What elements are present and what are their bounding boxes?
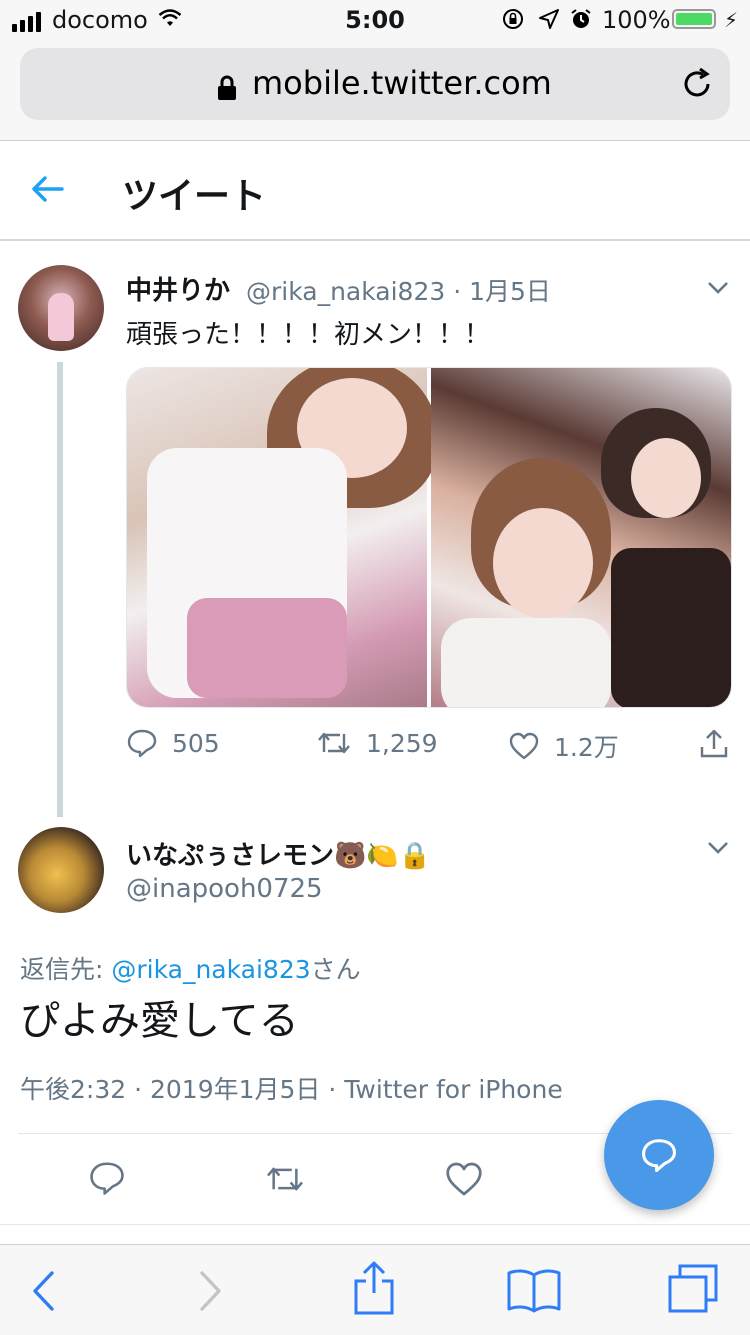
page-title: ツイート	[122, 176, 267, 217]
retweet-icon	[318, 732, 350, 754]
reply-icon	[642, 1139, 676, 1172]
bookmarks-icon[interactable]	[506, 1267, 562, 1313]
share-icon[interactable]	[698, 728, 730, 760]
url-text: mobile.twitter.com	[252, 64, 552, 102]
tweet-author-handle[interactable]: @inapooh0725	[126, 874, 323, 904]
browser-address-area: mobile.twitter.com	[0, 40, 750, 141]
avatar[interactable]	[18, 265, 104, 351]
reply-suffix: さん	[310, 955, 361, 984]
browser-back-icon[interactable]	[30, 1269, 56, 1313]
tweet-photo-1[interactable]	[127, 368, 437, 707]
like-action[interactable]: 1.2万	[508, 728, 619, 764]
lock-icon	[218, 75, 236, 100]
tweet-media[interactable]	[126, 367, 732, 708]
chevron-down-icon[interactable]	[706, 840, 730, 856]
heart-icon[interactable]	[444, 1160, 484, 1198]
retweet-action[interactable]: 1,259	[316, 728, 438, 758]
reply-context: 返信先: @rika_nakai823さん	[20, 950, 361, 986]
browser-forward-icon[interactable]	[198, 1269, 224, 1313]
reply-count: 505	[172, 728, 220, 758]
reply-prefix: 返信先:	[20, 955, 112, 984]
reply-mention-link[interactable]: @rika_nakai823	[111, 955, 310, 984]
reply-icon	[127, 729, 157, 758]
tweet-author-name[interactable]: いなぷぅさレモン🐻🍋🔒	[126, 835, 431, 872]
tweet-photo-2[interactable]	[431, 368, 731, 707]
avatar[interactable]	[18, 827, 104, 913]
tabs-icon[interactable]	[666, 1263, 720, 1315]
thread-line	[57, 362, 63, 817]
reload-icon[interactable]	[680, 66, 714, 102]
browser-toolbar	[0, 1244, 750, 1335]
battery-percent: 100%	[602, 6, 671, 34]
tweet-text: 頑張った！！！！初メン！！！	[126, 320, 491, 350]
location-icon	[539, 9, 559, 29]
floating-reply-button[interactable]	[604, 1100, 714, 1210]
back-arrow-icon[interactable]	[30, 174, 64, 204]
tweet-timestamp: 午後2:32 · 2019年1月5日 · Twitter for iPhone	[20, 1075, 563, 1104]
retweet-icon[interactable]	[264, 1162, 306, 1196]
like-count: 1.2万	[554, 733, 619, 762]
charging-icon: ⚡	[724, 8, 739, 32]
chevron-down-icon[interactable]	[706, 280, 730, 296]
retweet-count: 1,259	[366, 728, 438, 758]
reply-action[interactable]: 505	[126, 728, 220, 758]
tweet-author-name[interactable]: 中井りか	[126, 270, 230, 307]
avatar-figure	[48, 293, 74, 341]
address-bar[interactable]: mobile.twitter.com	[20, 48, 730, 120]
orientation-lock-icon	[503, 9, 523, 29]
reply-icon[interactable]	[88, 1160, 126, 1196]
status-bar: docomo 5:00 100% ⚡	[0, 0, 750, 40]
tweet-text: ぴよみ愛してる	[20, 998, 299, 1044]
tweet-actions: 505 1,259 1.2万	[126, 728, 736, 764]
heart-icon	[509, 732, 539, 760]
browser-share-icon[interactable]	[352, 1259, 396, 1317]
divider	[0, 1224, 750, 1225]
battery-icon	[672, 9, 716, 29]
alarm-icon	[571, 9, 591, 28]
tweet-handle-date[interactable]: @rika_nakai823 · 1月5日	[246, 272, 551, 308]
page-header: ツイート	[0, 141, 750, 241]
